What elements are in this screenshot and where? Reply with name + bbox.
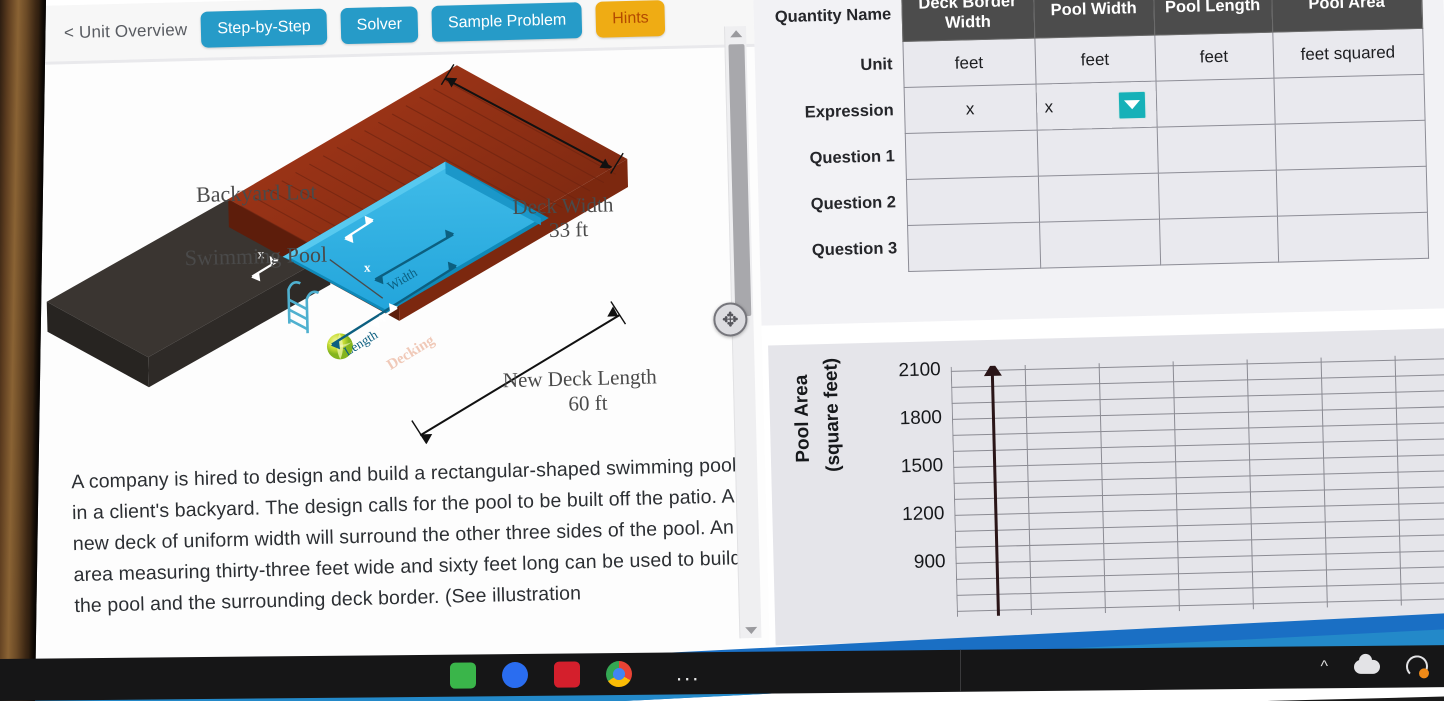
y-tick-2100: 2100 bbox=[898, 359, 942, 382]
app-blue-icon[interactable] bbox=[502, 661, 528, 689]
taskbar-app-icons: ... bbox=[450, 660, 700, 689]
column-header-pool-length: Pool Length bbox=[1152, 0, 1273, 36]
cell-q3-pool-area[interactable] bbox=[1276, 212, 1429, 263]
hints-button[interactable]: Hints bbox=[595, 0, 666, 38]
cell-expression-pool-width-value: x bbox=[1044, 96, 1054, 116]
cell-q3-pool-width[interactable] bbox=[1039, 219, 1161, 269]
y-tick-900: 900 bbox=[913, 551, 946, 573]
row-label-expression: Expression bbox=[804, 101, 894, 122]
graph-y-axis-arrow-icon bbox=[990, 371, 1001, 617]
svg-text:Decking: Decking bbox=[384, 332, 438, 373]
cell-q2-deck-border-width[interactable] bbox=[905, 176, 1040, 226]
cell-q1-pool-width[interactable] bbox=[1036, 127, 1158, 177]
graph-y-tick-labels: 2100 1800 1500 1200 900 bbox=[845, 359, 948, 623]
cell-unit-pool-width[interactable]: feet bbox=[1034, 35, 1156, 85]
app-green-icon[interactable] bbox=[450, 662, 476, 689]
pool-diagram: Width Length Decking x x x Backyard Lot … bbox=[25, 46, 765, 454]
pool-area-graph: Pool Area (square feet) 2100 1800 1500 1… bbox=[768, 327, 1444, 646]
y-tick-1800: 1800 bbox=[899, 407, 943, 430]
monitor-screen: < Unit Overview Step-by-Step Solver Samp… bbox=[0, 0, 1444, 701]
svg-text:Length: Length bbox=[341, 326, 381, 358]
taskbar-tray: ^ bbox=[1320, 655, 1428, 678]
cell-q2-pool-length[interactable] bbox=[1157, 170, 1277, 220]
cell-expression-pool-length[interactable] bbox=[1155, 78, 1275, 128]
cell-q2-pool-width[interactable] bbox=[1037, 173, 1159, 223]
svg-text:x: x bbox=[379, 309, 386, 324]
chrome-icon[interactable] bbox=[606, 660, 632, 688]
row-label-unit: Unit bbox=[860, 55, 893, 75]
graph-plot-area[interactable] bbox=[950, 354, 1444, 617]
cell-q1-pool-length[interactable] bbox=[1156, 124, 1276, 174]
worksheet-pane: ✥ Quantity Name Deck Border Width Pool W… bbox=[712, 0, 1444, 701]
screenshot-stage: < Unit Overview Step-by-Step Solver Samp… bbox=[0, 0, 1444, 701]
cell-expression-deck-border-width[interactable]: x bbox=[903, 84, 1037, 134]
chevron-up-icon[interactable]: ^ bbox=[1320, 658, 1328, 676]
cell-q2-pool-area[interactable] bbox=[1275, 166, 1427, 217]
pool-diagram-svg: Width Length Decking x x x bbox=[46, 64, 629, 445]
cloud-icon[interactable] bbox=[1354, 659, 1380, 675]
cell-unit-deck-border-width[interactable]: feet bbox=[902, 38, 1036, 88]
column-header-pool-width: Pool Width bbox=[1032, 0, 1155, 39]
scroll-up-arrow-icon[interactable] bbox=[730, 30, 743, 38]
problem-statement-text: A company is hired to design and build a… bbox=[71, 454, 742, 618]
taskbar-divider bbox=[960, 649, 961, 692]
column-header-pool-area: Pool Area bbox=[1270, 0, 1423, 33]
sample-problem-button[interactable]: Sample Problem bbox=[431, 2, 583, 42]
cell-unit-pool-length[interactable]: feet bbox=[1154, 32, 1274, 82]
row-label-quantity-name: Quantity Name bbox=[774, 4, 892, 26]
cell-expression-pool-area[interactable] bbox=[1273, 74, 1425, 125]
quantity-table-card: Quantity Name Deck Border Width Pool Wid… bbox=[752, 0, 1444, 326]
cell-unit-pool-area[interactable]: feet squared bbox=[1272, 28, 1424, 79]
solver-button[interactable]: Solver bbox=[340, 6, 419, 45]
column-header-deck-border-width: Deck Border Width bbox=[901, 0, 1035, 42]
svg-text:x: x bbox=[364, 260, 371, 275]
chevron-down-glyph bbox=[1123, 100, 1140, 110]
sync-icon[interactable] bbox=[1406, 655, 1428, 678]
cell-q3-deck-border-width[interactable] bbox=[907, 222, 1041, 272]
svg-text:x: x bbox=[257, 246, 264, 261]
cell-q1-pool-area[interactable] bbox=[1274, 120, 1426, 171]
y-tick-1500: 1500 bbox=[900, 455, 944, 478]
cell-q3-pool-length[interactable] bbox=[1158, 216, 1279, 266]
row-label-question-1: Question 1 bbox=[809, 147, 896, 168]
taskbar-overflow-icon[interactable]: ... bbox=[676, 660, 700, 686]
chevron-down-icon[interactable] bbox=[1117, 90, 1146, 120]
app-red-icon[interactable] bbox=[554, 661, 580, 688]
row-label-question-2: Question 2 bbox=[810, 193, 897, 214]
cell-q1-deck-border-width[interactable] bbox=[904, 130, 1038, 180]
quantity-table: Quantity Name Deck Border Width Pool Wid… bbox=[759, 0, 1429, 276]
scroll-down-arrow-icon[interactable] bbox=[745, 626, 758, 635]
problem-pane: < Unit Overview Step-by-Step Solver Samp… bbox=[23, 0, 771, 697]
step-by-step-button[interactable]: Step-by-Step bbox=[200, 8, 328, 48]
unit-overview-link[interactable]: < Unit Overview bbox=[64, 20, 188, 43]
y-tick-1200: 1200 bbox=[901, 503, 945, 526]
cell-expression-pool-width[interactable]: x bbox=[1035, 81, 1157, 131]
